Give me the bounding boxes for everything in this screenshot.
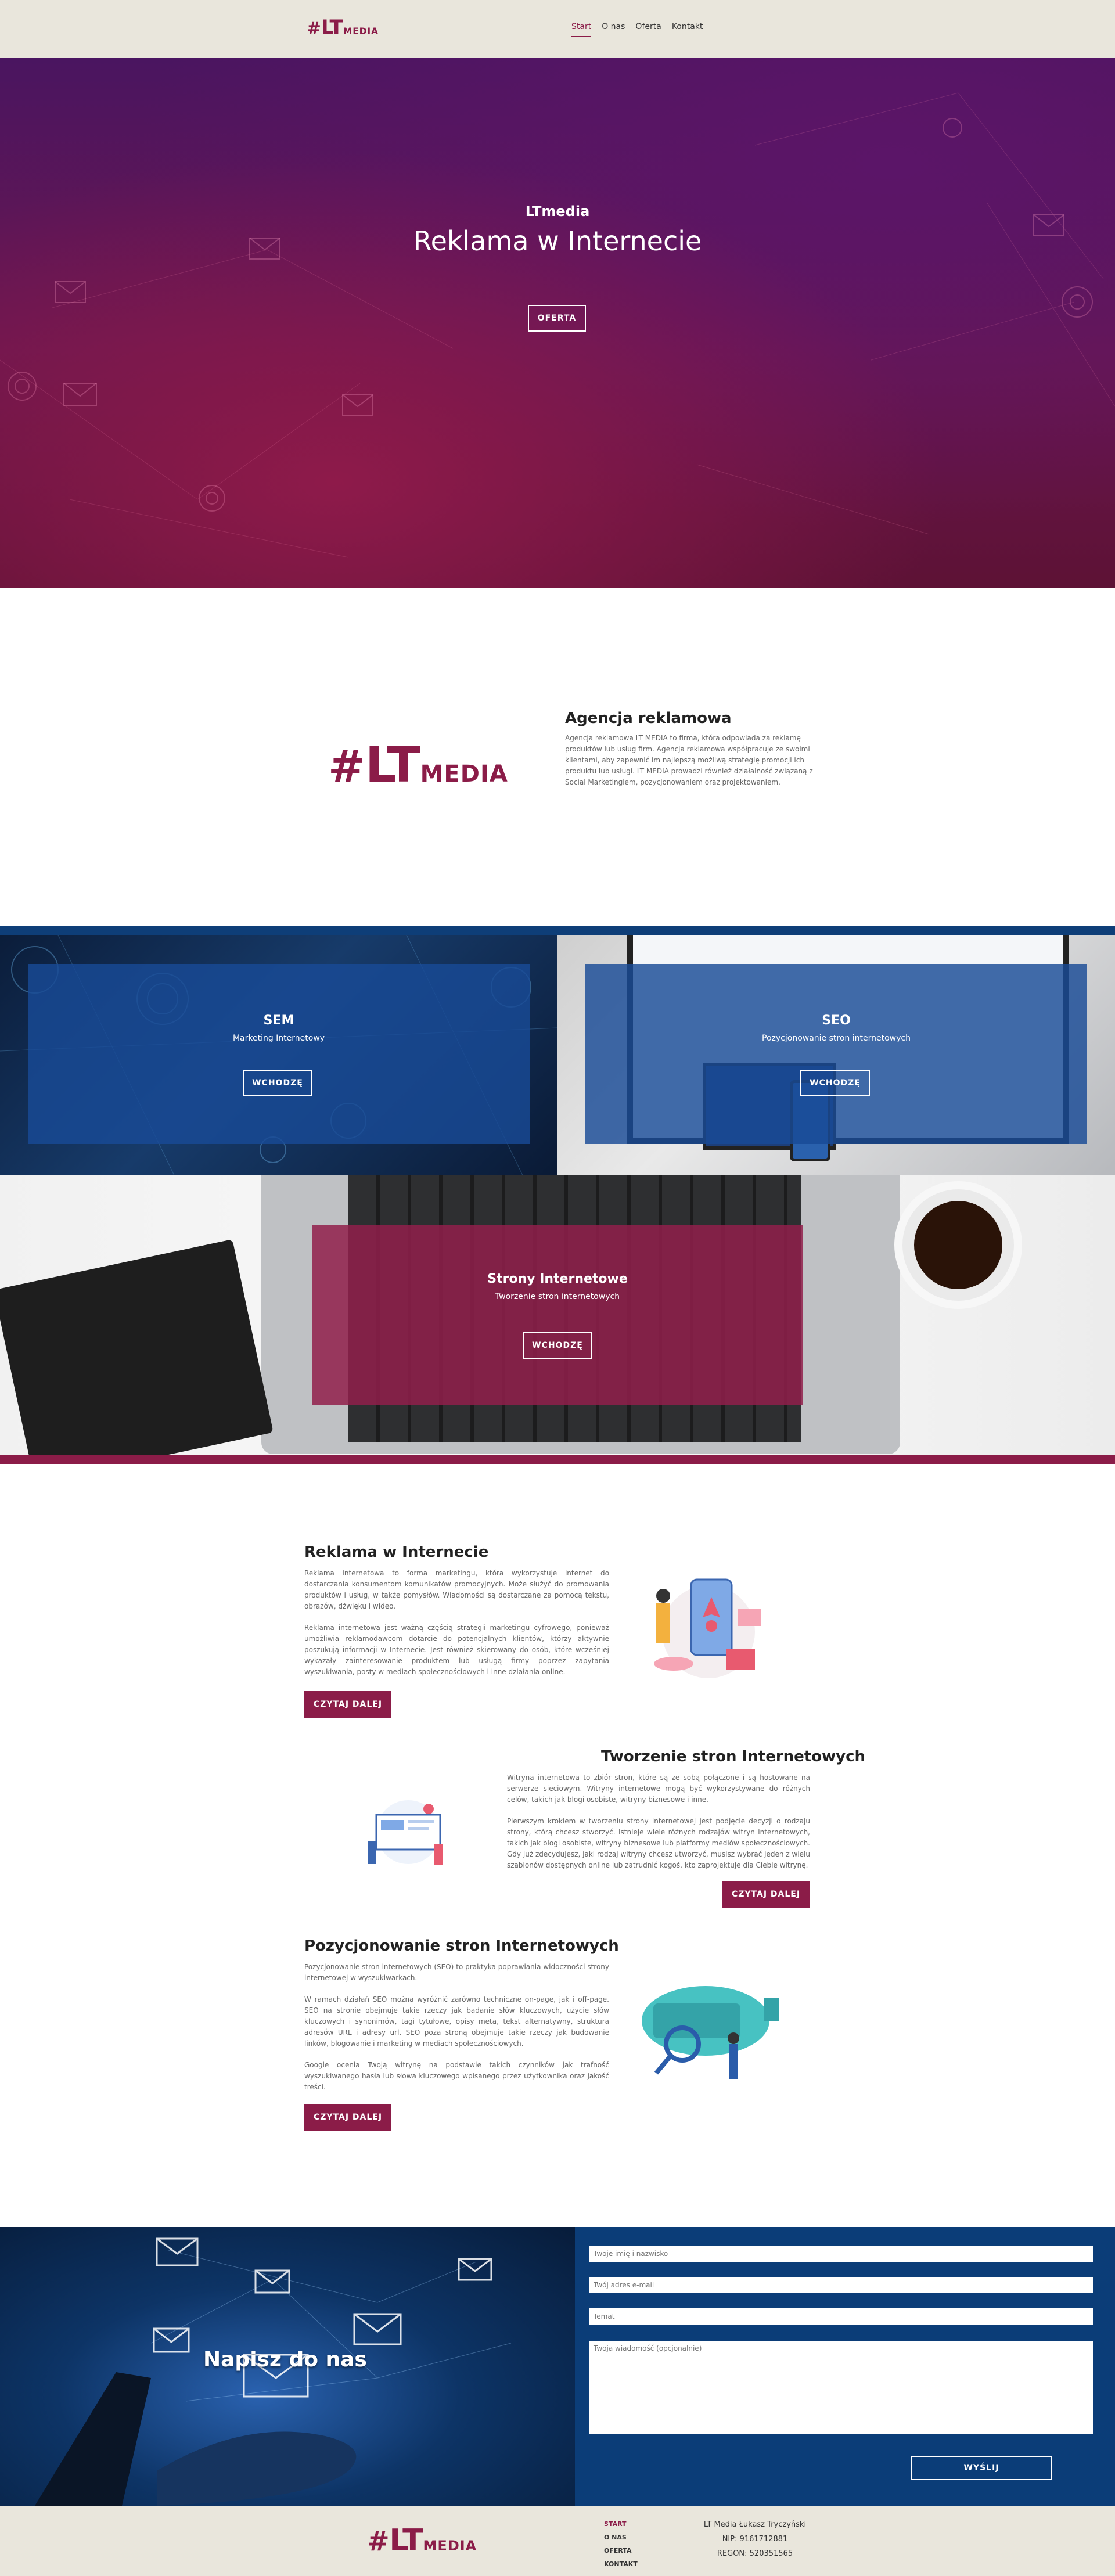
section-reklama-title: Reklama w Internecie	[304, 1544, 489, 1561]
section-paragraph: Reklama internetowa jest ważną częścią s…	[304, 1624, 609, 1676]
section-reklama-text: Reklama internetowa to forma marketingu,…	[304, 1568, 609, 1688]
section-paragraph: Pierwszym krokiem w tworzeniu strony int…	[507, 1817, 810, 1869]
section-paragraph: Pozycjonowanie stron internetowych (SEO)…	[304, 1963, 609, 1982]
site-header: # LT MEDIA Start O nas Oferta Kontakt	[0, 0, 1115, 58]
footer-nav-kontakt[interactable]: KONTAKT	[604, 2557, 638, 2571]
web-panel: Strony Internetowe Tworzenie stron inter…	[0, 1175, 1115, 1455]
agency-title: Agencja reklamowa	[565, 710, 732, 727]
web-title: Strony Internetowe	[487, 1272, 628, 1286]
hero-section: LTmedia Reklama w Internecie OFERTA	[0, 58, 1115, 588]
contact-image: Napisz do nas	[0, 2227, 575, 2506]
contact-title: Napisz do nas	[203, 2348, 367, 2372]
section-paragraph: Reklama internetowa to forma marketingu,…	[304, 1569, 609, 1610]
tworzenie-read-more-button[interactable]: CZYTAJ DALEJ	[722, 1881, 810, 1908]
oferta-button[interactable]: OFERTA	[528, 305, 586, 332]
company-name: LT Media Łukasz Tryczyński	[703, 2520, 807, 2529]
footer-nav-oferta[interactable]: OFERTA	[604, 2544, 638, 2557]
section-tworzenie-text: Witryna internetowa to zbiór stron, któr…	[507, 1772, 810, 1881]
nav-o-nas[interactable]: O nas	[602, 22, 625, 37]
services-top-border	[0, 926, 1115, 935]
section-paragraph: Witryna internetowa to zbiór stron, któr…	[507, 1773, 810, 1804]
sem-panel: SEM Marketing Internetowy WCHODZĘ	[0, 935, 558, 1175]
seo-box: SEO Pozycjonowanie stron internetowych W…	[585, 964, 1087, 1144]
logo-lt: LT	[389, 2523, 423, 2558]
footer-logo[interactable]: # LT MEDIA	[367, 2523, 477, 2558]
company-regon: REGON: 520351565	[717, 2549, 793, 2558]
name-field[interactable]	[589, 2246, 1093, 2262]
logo-hash: #	[328, 740, 365, 792]
agency-text: Agencja reklamowa LT MEDIA to firma, któ…	[565, 734, 813, 786]
logo-media: MEDIA	[343, 26, 379, 37]
nav-oferta[interactable]: Oferta	[635, 22, 661, 37]
seo-enter-button[interactable]: WCHODZĘ	[800, 1070, 870, 1096]
send-button[interactable]: WYŚLIJ	[911, 2456, 1052, 2480]
main-nav: Start O nas Oferta Kontakt	[571, 22, 703, 37]
section-paragraph: Google ocenia Twoją witrynę na podstawie…	[304, 2061, 609, 2091]
section-tworzenie-title: Tworzenie stron Internetowych	[601, 1748, 865, 1765]
email-field[interactable]	[589, 2277, 1093, 2293]
seo-subtitle: Pozycjonowanie stron internetowych	[762, 1034, 911, 1043]
web-enter-button[interactable]: WCHODZĘ	[523, 1332, 592, 1359]
web-subtitle: Tworzenie stron internetowych	[495, 1292, 620, 1301]
company-info: LT Media Łukasz Tryczyński NIP: 91617128…	[697, 2517, 813, 2561]
subject-field[interactable]	[589, 2308, 1093, 2325]
section-paragraph: W ramach działań SEO można wyróżnić zaró…	[304, 1995, 609, 2048]
footer-nav: START O NAS OFERTA KONTAKT	[604, 2517, 638, 2571]
coffee-graphic	[914, 1201, 1002, 1289]
section-pozycjonowanie-text: Pozycjonowanie stron internetowych (SEO)…	[304, 1962, 609, 2103]
sem-box: SEM Marketing Internetowy WCHODZĘ	[28, 964, 530, 1144]
logo-hash: #	[307, 18, 321, 39]
agency-logo: # LT MEDIA	[328, 736, 508, 793]
site-footer: # LT MEDIA START O NAS OFERTA KONTAKT LT M…	[0, 2506, 1115, 2576]
logo-media: MEDIA	[420, 761, 508, 787]
logo-hash: #	[367, 2525, 390, 2557]
sem-enter-button[interactable]: WCHODZĘ	[243, 1070, 312, 1096]
logo-lt: LT	[365, 736, 420, 793]
notebook-graphic	[0, 1239, 274, 1455]
footer-nav-o-nas[interactable]: O NAS	[604, 2531, 638, 2544]
marketing-illustration	[654, 1578, 761, 1678]
header-logo[interactable]: # LT MEDIA	[307, 16, 379, 39]
sem-subtitle: Marketing Internetowy	[232, 1034, 325, 1043]
message-field[interactable]	[589, 2341, 1093, 2434]
nav-start[interactable]: Start	[571, 22, 592, 37]
section-pozycjonowanie-title: Pozycjonowanie stron Internetowych	[304, 1937, 619, 1955]
company-nip: NIP: 9161712881	[722, 2535, 788, 2543]
logo-media: MEDIA	[423, 2538, 477, 2554]
nav-kontakt[interactable]: Kontakt	[672, 22, 703, 37]
sem-title: SEM	[263, 1013, 294, 1028]
web-design-illustration	[368, 1800, 443, 1865]
contact-section: Napisz do nas WYŚLIJ	[0, 2227, 1115, 2506]
reklama-read-more-button[interactable]: CZYTAJ DALEJ	[304, 1691, 391, 1718]
pozycjonowanie-read-more-button[interactable]: CZYTAJ DALEJ	[304, 2104, 391, 2131]
services-bottom-border	[0, 1455, 1115, 1464]
footer-nav-start[interactable]: START	[604, 2517, 638, 2531]
seo-panel: SEO Pozycjonowanie stron internetowych W…	[558, 935, 1115, 1175]
hero-subtitle: LTmedia	[525, 203, 590, 220]
seo-title: SEO	[822, 1013, 851, 1028]
seo-illustration	[642, 1986, 779, 2079]
logo-lt: LT	[321, 16, 343, 39]
web-box: Strony Internetowe Tworzenie stron inter…	[312, 1225, 803, 1405]
coffee-cup-graphic	[894, 1181, 1022, 1309]
hero-title: Reklama w Internecie	[413, 225, 702, 257]
